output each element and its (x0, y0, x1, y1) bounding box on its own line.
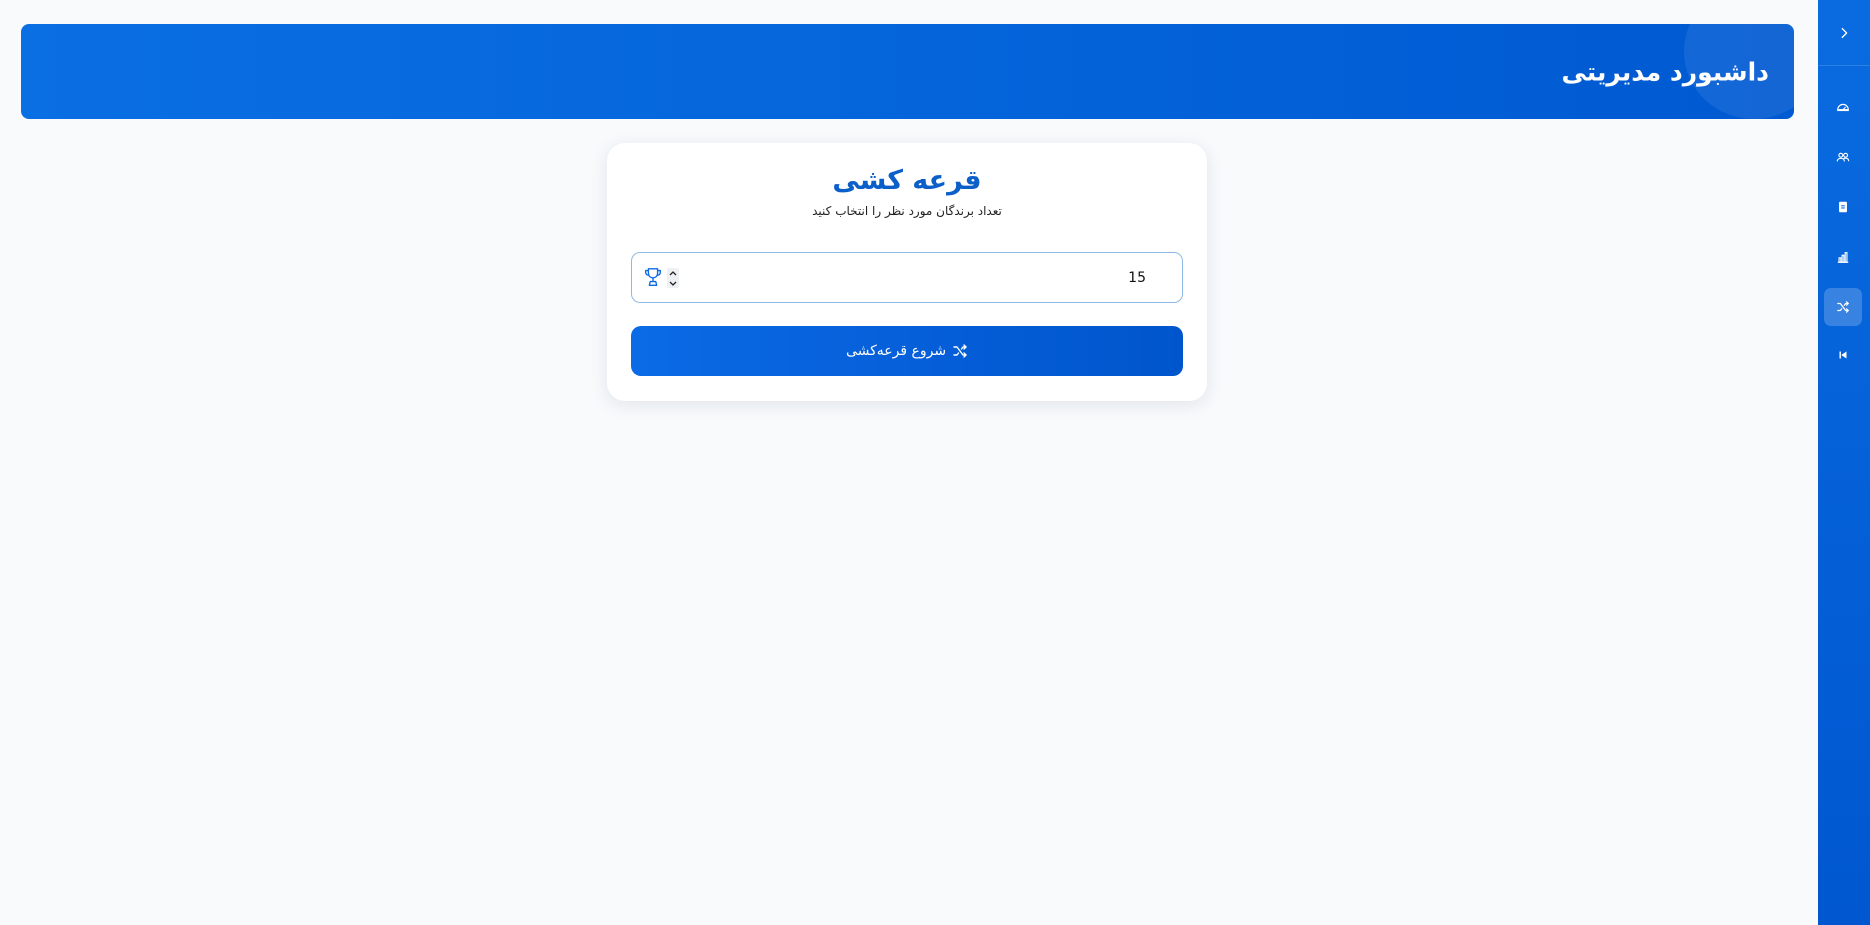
stepper-down-button[interactable] (667, 279, 679, 288)
start-lottery-label: شروع قرعه‌کشی (845, 343, 947, 359)
sidebar-toggle-button[interactable] (1818, 0, 1870, 66)
sidebar (1818, 0, 1870, 925)
sidebar-item-documents[interactable] (1824, 188, 1862, 226)
skip-back-icon (1839, 351, 1847, 359)
sidebar-item-reports[interactable] (1824, 238, 1862, 276)
lottery-subtitle: تعداد برندگان مورد نظر را انتخاب کنید (812, 204, 1002, 218)
sidebar-item-lottery[interactable] (1824, 288, 1862, 326)
trophy-icon (644, 268, 662, 286)
sidebar-item-users[interactable] (1824, 138, 1862, 176)
page-title: داشبورد مدیریتی (1561, 57, 1769, 86)
sidebar-item-back[interactable] (1824, 336, 1862, 374)
document-icon (1839, 201, 1847, 213)
bar-chart-icon (1837, 252, 1849, 263)
shuffle-icon (953, 344, 967, 358)
winners-count-field (631, 252, 1183, 303)
lottery-title: قرعه کشی (832, 165, 982, 196)
start-lottery-button[interactable]: شروع قرعه‌کشی (631, 326, 1183, 376)
winners-count-input[interactable] (632, 253, 1182, 302)
chevron-right-icon (1841, 27, 1848, 38)
caret-down-icon (669, 281, 677, 286)
sidebar-item-dashboard[interactable] (1824, 88, 1862, 126)
shuffle-icon (1837, 301, 1849, 313)
number-stepper (667, 268, 679, 288)
page-header: داشبورد مدیریتی (21, 24, 1794, 119)
speedometer-icon (1837, 103, 1849, 112)
users-icon (1836, 152, 1850, 162)
lottery-card: قرعه کشی تعداد برندگان مورد نظر را انتخا… (607, 143, 1207, 401)
caret-up-icon (669, 270, 677, 275)
stepper-up-button[interactable] (667, 268, 679, 277)
